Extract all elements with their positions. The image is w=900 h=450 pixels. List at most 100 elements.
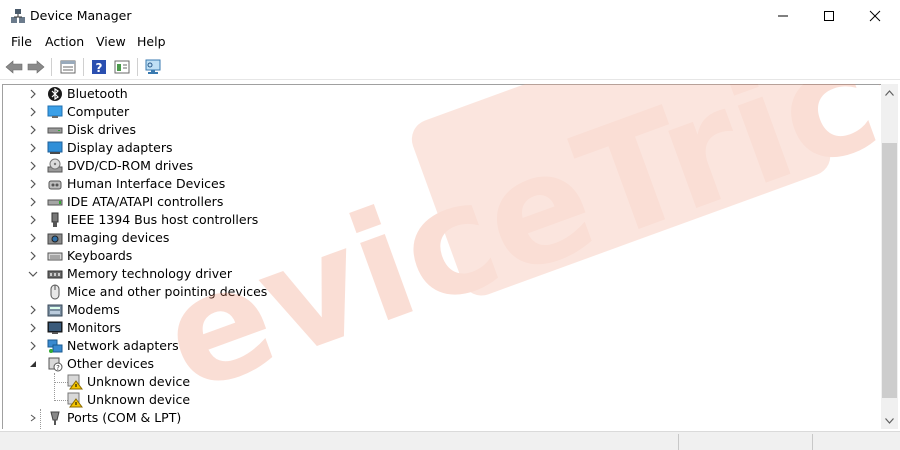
scroll-up-button[interactable] xyxy=(881,84,898,101)
chevron-right-icon[interactable] xyxy=(27,231,39,245)
modem-icon xyxy=(47,304,63,317)
tree-item[interactable]: Display adapters xyxy=(3,139,863,157)
port-icon xyxy=(50,411,60,425)
monitor-icon xyxy=(47,321,63,334)
close-button[interactable] xyxy=(852,0,898,31)
tree-item[interactable]: IDE ATA/ATAPI controllers xyxy=(3,193,863,211)
tree-item-label: Imaging devices xyxy=(67,230,170,245)
scan-hardware-icon xyxy=(145,59,161,74)
chevron-right-icon[interactable] xyxy=(27,141,39,155)
tree-item-label: Disk drives xyxy=(67,122,136,137)
status-separator xyxy=(812,434,813,450)
triangle-right-icon[interactable] xyxy=(27,411,39,425)
disk-drive-icon xyxy=(47,127,63,134)
camera-icon xyxy=(47,233,63,245)
triangle-down-icon[interactable] xyxy=(27,357,39,371)
minimize-button[interactable] xyxy=(760,0,806,31)
tree-item[interactable]: Modems xyxy=(3,301,863,319)
bluetooth-icon xyxy=(48,87,62,101)
maximize-button[interactable] xyxy=(806,0,852,31)
toolbar-separator xyxy=(51,58,52,76)
status-separator xyxy=(678,434,679,450)
scroll-down-button[interactable] xyxy=(881,412,898,429)
ide-controller-icon xyxy=(47,199,63,206)
chevron-right-icon[interactable] xyxy=(27,339,39,353)
chevron-right-icon[interactable] xyxy=(27,321,39,335)
svg-text:?: ? xyxy=(56,364,60,372)
computer-icon xyxy=(47,105,63,118)
properties-button[interactable] xyxy=(58,57,78,77)
tree-item-label: Monitors xyxy=(67,320,122,335)
tree-item-label: Keyboards xyxy=(67,248,133,263)
tree-item[interactable]: Disk drives xyxy=(3,121,863,139)
network-adapter-icon xyxy=(47,339,63,353)
tree-item-label: Mice and other pointing devices xyxy=(67,284,268,299)
chevron-right-icon[interactable] xyxy=(27,195,39,209)
menu-file[interactable]: File xyxy=(11,34,32,49)
chevron-right-icon[interactable] xyxy=(27,105,39,119)
forward-arrow-icon xyxy=(27,60,45,74)
help-icon: ? xyxy=(92,60,106,75)
back-button[interactable] xyxy=(4,57,24,77)
tree-item[interactable]: Ports (COM & LPT) xyxy=(3,409,863,427)
tree-item-label: Unknown device xyxy=(87,392,191,407)
forward-button[interactable] xyxy=(26,57,46,77)
back-arrow-icon xyxy=(5,60,23,74)
ieee1394-icon xyxy=(51,212,59,227)
chevron-right-icon[interactable] xyxy=(27,87,39,101)
tree-item[interactable]: IEEE 1394 Bus host controllers xyxy=(3,211,863,229)
close-icon xyxy=(869,10,881,21)
chevron-down-icon[interactable] xyxy=(27,267,39,281)
chevron-up-icon xyxy=(885,89,894,96)
chevron-right-icon[interactable] xyxy=(27,159,39,173)
chevron-right-icon[interactable] xyxy=(27,177,39,191)
keyboard-icon xyxy=(47,252,63,261)
tree-item-label: IDE ATA/ATAPI controllers xyxy=(67,194,224,209)
tree-item[interactable]: Imaging devices xyxy=(3,229,863,247)
tree-item[interactable]: Bluetooth xyxy=(3,85,863,103)
tree-item[interactable]: Unknown device xyxy=(3,373,863,391)
chevron-right-icon[interactable] xyxy=(27,249,39,263)
details-button[interactable] xyxy=(112,57,132,77)
tree-item-label: Computer xyxy=(67,104,130,119)
chevron-right-icon[interactable] xyxy=(27,123,39,137)
chevron-right-icon[interactable] xyxy=(27,213,39,227)
tree-item-label: Memory technology driver xyxy=(67,266,232,281)
device-tree[interactable]: Bluetooth Computer Disk drives Display adap… xyxy=(2,84,881,429)
tree-item-label: Other devices xyxy=(67,356,155,371)
menu-action[interactable]: Action xyxy=(45,34,84,49)
tree-item-label: DVD/CD-ROM drives xyxy=(67,158,194,173)
other-devices-icon: ? xyxy=(48,357,63,372)
tree-item[interactable]: Mice and other pointing devices xyxy=(3,283,863,301)
hid-icon xyxy=(48,180,62,190)
chevron-down-icon xyxy=(885,417,894,424)
tree-item[interactable]: DVD/CD-ROM drives xyxy=(3,157,863,175)
menu-help[interactable]: Help xyxy=(137,34,166,49)
tree-item[interactable]: Memory technology driver xyxy=(3,265,863,283)
scrollbar-thumb[interactable] xyxy=(882,143,897,398)
menu-bar: File Action View Help xyxy=(0,31,900,53)
details-icon xyxy=(114,60,130,74)
tree-item[interactable]: Computer xyxy=(3,103,863,121)
help-button[interactable]: ? xyxy=(89,57,109,77)
title-bar: Device Manager xyxy=(0,0,900,31)
scan-hardware-button[interactable] xyxy=(143,57,163,77)
warning-device-icon xyxy=(67,374,83,390)
device-manager-app-icon xyxy=(11,9,25,23)
properties-icon xyxy=(60,60,76,74)
tree-item-label: Ports (COM & LPT) xyxy=(67,410,182,425)
tree-item[interactable]: ? Other devices xyxy=(3,355,863,373)
dvd-drive-icon xyxy=(47,158,63,173)
tree-item[interactable]: Human Interface Devices xyxy=(3,175,863,193)
tree-item[interactable]: Network adapters xyxy=(3,337,863,355)
chevron-right-icon[interactable] xyxy=(27,303,39,317)
tree-item[interactable]: Unknown device xyxy=(3,391,863,409)
tree-item-label: Bluetooth xyxy=(67,86,128,101)
tree-item-label: Network adapters xyxy=(67,338,179,353)
tree-item[interactable]: Monitors xyxy=(3,319,863,337)
vertical-scrollbar[interactable] xyxy=(881,84,898,429)
menu-view[interactable]: View xyxy=(96,34,126,49)
toolbar: ? xyxy=(0,53,900,80)
tree-item-label: Display adapters xyxy=(67,140,173,155)
tree-item[interactable]: Keyboards xyxy=(3,247,863,265)
